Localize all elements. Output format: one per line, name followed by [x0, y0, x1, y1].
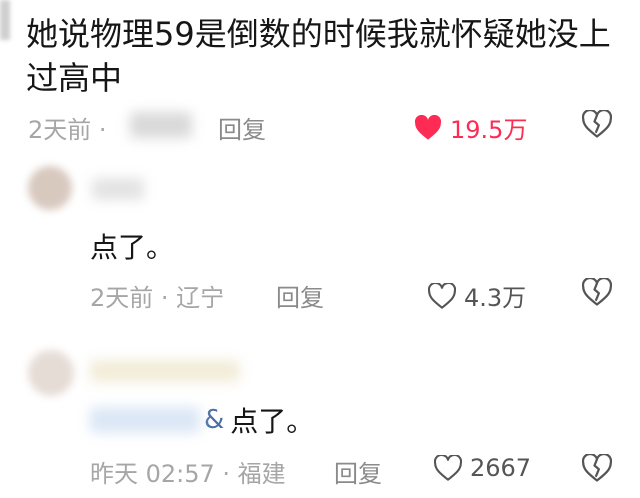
avatar-edge [0, 0, 10, 40]
comment-2-like-count: 4.3万 [464, 284, 527, 312]
comment-1-like-count: 19.5万 [450, 116, 528, 144]
heart-outline-icon [434, 455, 462, 481]
comment-2-text: 点了。 [90, 231, 175, 264]
comment-1-time: 2天前 · [28, 116, 107, 144]
heart-icon [414, 114, 442, 141]
comment-3-avatar[interactable] [28, 350, 74, 396]
comment-2-avatar[interactable] [28, 166, 72, 210]
comment-3-like-count: 2667 [470, 454, 532, 482]
comment-3-text-row: & 点了。 [90, 400, 314, 440]
broken-heart-icon [582, 454, 612, 482]
comment-3-reply-button[interactable]: 回复 [334, 454, 382, 489]
comment-1-dislike-button[interactable] [582, 110, 612, 138]
comment-2-like-button[interactable]: 4.3万 [428, 278, 526, 313]
comment-2-reply-button[interactable]: 回复 [276, 278, 324, 313]
comment-3-dislike-button[interactable] [582, 454, 612, 482]
comment-2-time: 2天前 · 辽宁 [90, 284, 225, 312]
comment-2-dislike-button[interactable] [582, 278, 612, 306]
comment-1-like-button[interactable]: 19.5万 [414, 110, 527, 145]
comment-3-text: 点了。 [230, 405, 315, 438]
comment-1-reply-button[interactable]: 回复 [218, 110, 266, 145]
broken-heart-icon [582, 110, 612, 138]
heart-outline-icon [428, 282, 456, 309]
mention-suffix: & [204, 405, 225, 435]
comment-3-like-button[interactable]: 2667 [434, 454, 531, 482]
mention-blurred[interactable] [90, 407, 200, 433]
comment-1-location-blurred [130, 112, 192, 138]
comment-3-time: 昨天 02:57 · 福建 [90, 460, 286, 488]
comment-3-username-blurred[interactable] [90, 360, 240, 382]
broken-heart-icon [582, 278, 612, 306]
comment-2-username-blurred[interactable] [92, 178, 144, 200]
comment-1-text: 她说物理59是倒数的时候我就怀疑她没上 过高中 [26, 15, 611, 97]
